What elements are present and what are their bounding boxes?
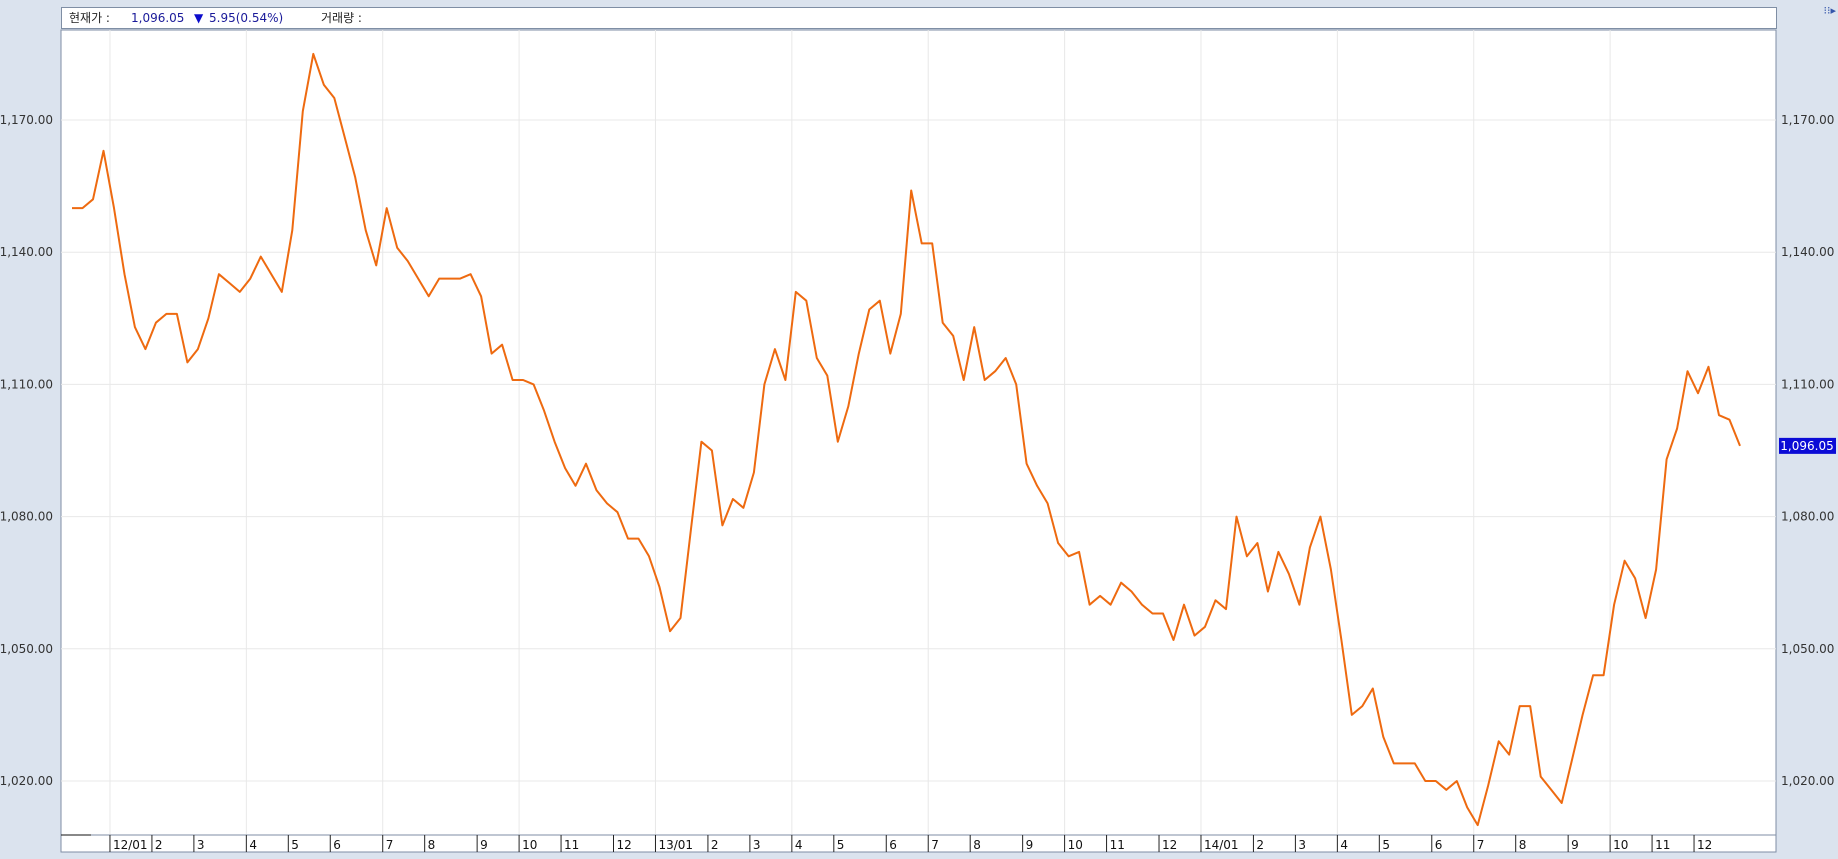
y-tick-label-left: 1,110.00 — [0, 377, 53, 391]
x-tick-label: 10 — [522, 838, 537, 852]
y-tick-label-right: 1,140.00 — [1781, 245, 1834, 259]
x-tick-label: 12 — [1162, 838, 1177, 852]
x-tick-label: 13/01 — [658, 838, 693, 852]
x-tick-label: 9 — [1571, 838, 1579, 852]
x-tick-label: 6 — [889, 838, 897, 852]
current-value-label: 1,096.05 — [1780, 439, 1833, 453]
x-tick-label: 3 — [753, 838, 761, 852]
x-tick-label: 5 — [291, 838, 299, 852]
x-tick-label: 8 — [1519, 838, 1527, 852]
x-tick-label: 11 — [564, 838, 579, 852]
y-tick-label-right: 1,050.00 — [1781, 642, 1834, 656]
x-tick-label: 2 — [155, 838, 163, 852]
x-tick-label: 9 — [480, 838, 488, 852]
x-tick-label: 4 — [795, 838, 803, 852]
x-tick-label: 7 — [386, 838, 394, 852]
x-tick-label: 8 — [428, 838, 436, 852]
x-tick-label: 3 — [197, 838, 205, 852]
x-tick-label: 4 — [249, 838, 257, 852]
x-tick-label: 7 — [1477, 838, 1485, 852]
x-tick-label: 11 — [1655, 838, 1670, 852]
x-tick-label: 11 — [1110, 838, 1125, 852]
x-tick-label: 7 — [931, 838, 939, 852]
x-tick-label: 14/01 — [1204, 838, 1239, 852]
x-tick-label: 12 — [617, 838, 632, 852]
y-tick-label-left: 1,020.00 — [0, 774, 53, 788]
x-tick-label: 12 — [1697, 838, 1712, 852]
x-tick-label: 6 — [1435, 838, 1443, 852]
y-tick-label-right: 1,170.00 — [1781, 113, 1834, 127]
x-tick-label: 4 — [1340, 838, 1348, 852]
x-tick-label: 10 — [1068, 838, 1083, 852]
x-tick-label: 5 — [837, 838, 845, 852]
y-tick-label-left: 1,080.00 — [0, 510, 53, 524]
x-tick-label: 2 — [711, 838, 719, 852]
y-tick-label-right: 1,020.00 — [1781, 774, 1834, 788]
x-tick-label: 12/01 — [113, 838, 148, 852]
y-tick-label-left: 1,050.00 — [0, 642, 53, 656]
price-line-chart: 1,170.00 1,170.00 1,140.00 1,140.00 1,110.00… — [0, 29, 1836, 853]
x-tick-label: 2 — [1256, 838, 1264, 852]
x-tick-label: 3 — [1298, 838, 1306, 852]
y-tick-label-right: 1,110.00 — [1781, 377, 1834, 391]
x-tick-label: 8 — [973, 838, 981, 852]
y-tick-label-left: 1,170.00 — [0, 113, 53, 127]
x-tick-label: 6 — [333, 838, 341, 852]
y-tick-label-right: 1,080.00 — [1781, 510, 1834, 524]
x-tick-label: 5 — [1382, 838, 1390, 852]
y-tick-label-left: 1,140.00 — [0, 245, 53, 259]
x-tick-label: 9 — [1026, 838, 1034, 852]
x-tick-label: 10 — [1613, 838, 1628, 852]
